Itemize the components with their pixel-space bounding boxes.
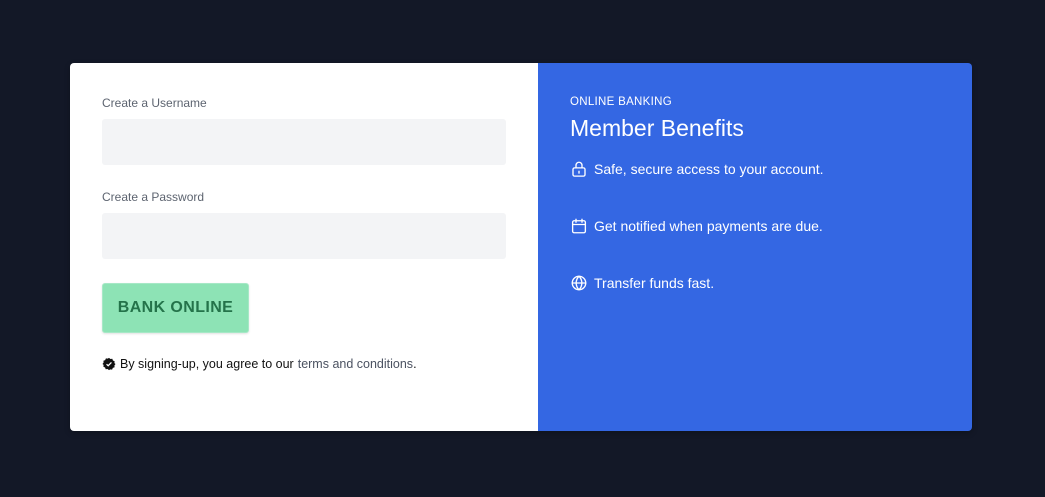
panel-heading: Member Benefits — [570, 115, 744, 141]
signup-card: Create a Username Create a Password BANK… — [70, 63, 972, 431]
badge-check-icon — [102, 357, 116, 371]
terms-link[interactable]: terms and conditions — [298, 357, 413, 371]
terms-notice: By signing-up, you agree to our terms an… — [102, 357, 417, 371]
benefit-item-payment-notifications: Get notified when payments are due. — [570, 217, 823, 235]
signup-form-panel: Create a Username Create a Password BANK… — [70, 63, 538, 431]
panel-eyebrow: ONLINE BANKING — [570, 96, 672, 108]
terms-prefix: By signing-up, you agree to our — [120, 357, 294, 371]
username-input[interactable] — [102, 119, 506, 165]
password-input[interactable] — [102, 213, 506, 259]
benefit-item-transfer-funds: Transfer funds fast. — [570, 274, 714, 292]
benefits-panel: ONLINE BANKING Member Benefits Safe, sec… — [538, 63, 972, 431]
username-label: Create a Username — [102, 96, 207, 110]
lock-icon — [570, 160, 588, 178]
benefit-label: Transfer funds fast. — [594, 275, 715, 291]
bank-online-button[interactable]: BANK ONLINE — [102, 283, 249, 333]
globe-icon — [570, 274, 588, 292]
calendar-icon — [570, 217, 588, 235]
benefit-item-secure-access: Safe, secure access to your account. — [570, 160, 824, 178]
terms-suffix: . — [413, 357, 417, 371]
password-label: Create a Password — [102, 190, 205, 204]
benefit-label: Get notified when payments are due. — [594, 218, 823, 234]
benefit-label: Safe, secure access to your account. — [594, 161, 824, 177]
